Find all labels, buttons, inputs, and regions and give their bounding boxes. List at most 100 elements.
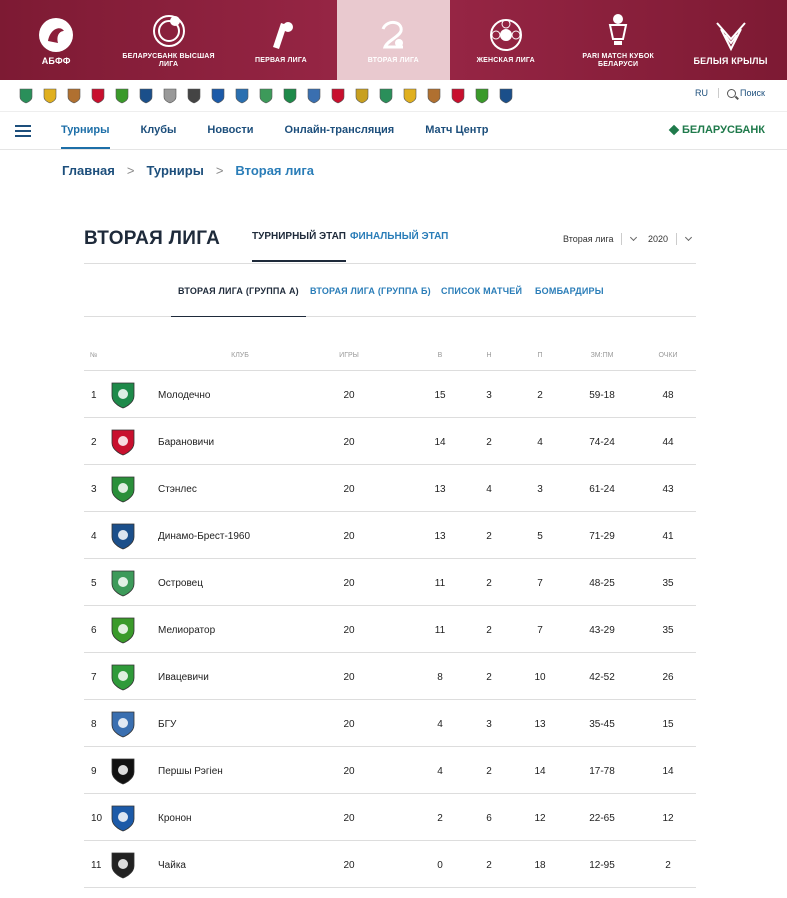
table-row[interactable]: 3 Стэнлес 20 13 4 3 61-24 43 [84, 465, 696, 512]
club-name[interactable]: Мелиоратор [158, 625, 215, 636]
club-crest-icon[interactable] [449, 86, 467, 106]
club-crest-icon[interactable] [108, 709, 138, 739]
table-row[interactable]: 8 БГУ 20 4 3 13 35-45 15 [84, 700, 696, 747]
club-name[interactable]: Барановичи [158, 437, 214, 448]
nav-item-news[interactable]: Новости [207, 124, 253, 149]
club-crest-icon[interactable] [108, 427, 138, 457]
standings-table: № КЛУБ ИГРЫ В Н П ЗМ:ПМ ОЧКИ 1 Молодечно 2… [84, 340, 696, 888]
banner-item-premier[interactable]: Беларусбанк Высшая лига [112, 0, 224, 80]
club-crest-icon[interactable] [113, 86, 131, 106]
club-crest-icon[interactable] [185, 86, 203, 106]
group-tabs: ВТОРАЯ ЛИГА (ГРУППА А) ВТОРАЯ ЛИГА (ГРУП… [84, 264, 696, 317]
women-league-logo-icon [486, 15, 526, 55]
club-name[interactable]: Молодечно [158, 390, 210, 401]
club-name[interactable]: БГУ [158, 719, 176, 730]
banner-item-wings[interactable]: Белыя крылы [674, 0, 786, 80]
row-draws: 3 [486, 390, 492, 401]
table-row[interactable]: 11 Чайка 20 0 2 18 12-95 2 [84, 841, 696, 888]
nav-item-broadcast[interactable]: Онлайн-трансляция [285, 124, 395, 149]
club-crest-icon[interactable] [108, 380, 138, 410]
nav-item-match-center[interactable]: Матч Центр [425, 124, 488, 149]
banner-item-second[interactable]: Вторая лига [337, 0, 450, 80]
club-crest-icon[interactable] [401, 86, 419, 106]
row-draws: 2 [486, 578, 492, 589]
club-crest-icon[interactable] [137, 86, 155, 106]
table-row[interactable]: 5 Островец 20 11 2 7 48-25 35 [84, 559, 696, 606]
club-crest-icon[interactable] [233, 86, 251, 106]
row-points: 26 [662, 672, 674, 683]
table-row[interactable]: 1 Молодечно 20 15 3 2 59-18 48 [84, 371, 696, 418]
club-crest-icon[interactable] [377, 86, 395, 106]
tab-group-a[interactable]: ВТОРАЯ ЛИГА (ГРУППА А) [171, 286, 306, 317]
league-select[interactable]: Вторая лига [563, 233, 638, 245]
row-games: 20 [343, 860, 355, 871]
club-name[interactable]: Ивацевичи [158, 672, 209, 683]
club-crest-icon[interactable] [257, 86, 275, 106]
club-crest-icon[interactable] [161, 86, 179, 106]
menu-burger-icon[interactable] [15, 125, 31, 137]
tab-scorers[interactable]: БОМБАРДИРЫ [535, 286, 604, 296]
club-name[interactable]: Кронон [158, 813, 192, 824]
row-games: 20 [343, 390, 355, 401]
nav-item-tournaments[interactable]: Турниры [61, 124, 110, 149]
search-icon[interactable] [727, 88, 737, 98]
club-crest-icon[interactable] [108, 521, 138, 551]
club-crest-icon[interactable] [65, 86, 83, 106]
club-crest-icon[interactable] [353, 86, 371, 106]
club-name[interactable]: Динамо-Брест-1960 [158, 531, 250, 542]
row-losses: 12 [534, 813, 546, 824]
sponsor-mark-icon [668, 124, 680, 136]
club-name[interactable]: Стэнлес [158, 484, 197, 495]
banner-item-first[interactable]: Первая лига [225, 0, 337, 80]
language-switch[interactable]: RU [695, 88, 720, 98]
year-select[interactable]: 2020 [648, 233, 693, 245]
banner-item-abff[interactable]: АБФФ [0, 0, 112, 80]
tab-final-stage[interactable]: ФИНАЛЬНЫЙ ЭТАП [350, 231, 448, 242]
club-crest-icon[interactable] [108, 615, 138, 645]
club-crest-icon[interactable] [281, 86, 299, 106]
club-crest-icon[interactable] [108, 803, 138, 833]
club-name[interactable]: Островец [158, 578, 203, 589]
row-points: 41 [662, 531, 674, 542]
header-wins: В [437, 352, 443, 359]
breadcrumb-current[interactable]: Вторая лига [235, 163, 314, 178]
row-draws: 2 [486, 531, 492, 542]
table-row[interactable]: 2 Барановичи 20 14 2 4 74-24 44 [84, 418, 696, 465]
club-crest-icon[interactable] [41, 86, 59, 106]
club-crest-icon[interactable] [108, 850, 138, 880]
nav-item-clubs[interactable]: Клубы [141, 124, 177, 149]
club-name[interactable]: Чайка [158, 860, 186, 871]
club-crest-icon[interactable] [425, 86, 443, 106]
tab-tournament-stage[interactable]: ТУРНИРНЫЙ ЭТАП [252, 231, 346, 262]
breadcrumb: Главная > Турниры > Вторая лига [62, 163, 314, 178]
banner-item-women[interactable]: Женская лига [450, 0, 562, 80]
club-crest-icon[interactable] [305, 86, 323, 106]
club-crest-icon[interactable] [108, 662, 138, 692]
club-crest-icon[interactable] [108, 756, 138, 786]
table-row[interactable]: 6 Мелиоратор 20 11 2 7 43-29 35 [84, 606, 696, 653]
row-losses: 5 [537, 531, 543, 542]
search-link[interactable]: Поиск [740, 88, 765, 98]
table-row[interactable]: 4 Динамо-Брест-1960 20 13 2 5 71-29 41 [84, 512, 696, 559]
row-wins: 4 [437, 719, 443, 730]
tab-group-b[interactable]: ВТОРАЯ ЛИГА (ГРУППА Б) [310, 286, 431, 296]
club-crest-icon[interactable] [108, 568, 138, 598]
club-crest-icon[interactable] [473, 86, 491, 106]
banner-item-cup[interactable]: PARI MATCH Кубок Беларуси [562, 0, 674, 80]
club-crest-icon[interactable] [17, 86, 35, 106]
club-crest-icon[interactable] [89, 86, 107, 106]
breadcrumb-home[interactable]: Главная [62, 163, 115, 178]
tab-match-list[interactable]: СПИСОК МАТЧЕЙ [441, 286, 522, 296]
row-points: 12 [662, 813, 674, 824]
breadcrumb-tournaments[interactable]: Турниры [146, 163, 203, 178]
club-crest-icon[interactable] [329, 86, 347, 106]
row-position: 3 [91, 484, 97, 495]
club-crest-icon[interactable] [108, 474, 138, 504]
table-row[interactable]: 10 Кронон 20 2 6 12 22-65 12 [84, 794, 696, 841]
club-crest-icon[interactable] [497, 86, 515, 106]
table-row[interactable]: 7 Ивацевичи 20 8 2 10 42-52 26 [84, 653, 696, 700]
sponsor-logo[interactable]: БЕЛАРУСБАНК [668, 124, 765, 136]
club-crest-icon[interactable] [209, 86, 227, 106]
table-row[interactable]: 9 Першы Рэгіен 20 4 2 14 17-78 14 [84, 747, 696, 794]
club-name[interactable]: Першы Рэгіен [158, 766, 223, 777]
